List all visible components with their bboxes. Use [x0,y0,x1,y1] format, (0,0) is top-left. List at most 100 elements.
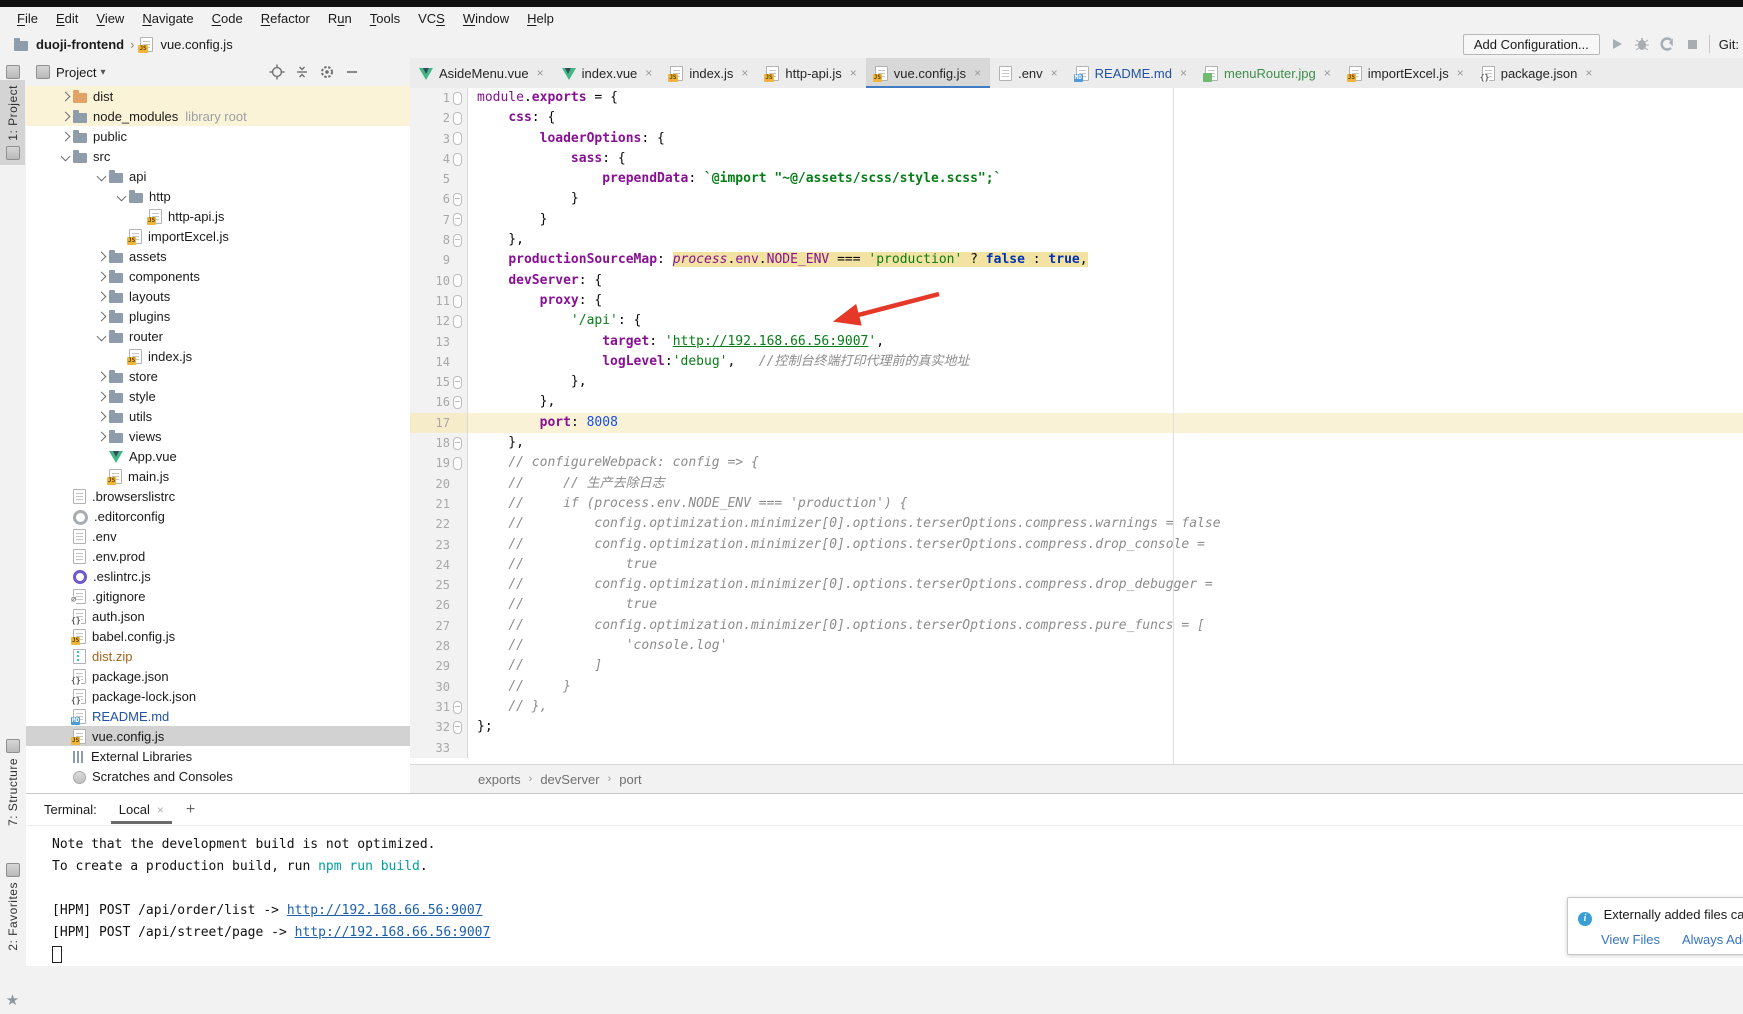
code-line-10[interactable]: 10 devServer: { [410,271,1743,291]
code-line-32[interactable]: 32}; [410,717,1743,737]
tree-item-dist[interactable]: dist [26,86,410,106]
chevron-down-icon[interactable] [93,173,109,180]
chevron-down-icon[interactable] [113,193,129,200]
close-icon[interactable]: × [157,803,164,817]
fold-marker[interactable] [453,315,462,328]
close-icon[interactable]: × [741,66,748,80]
breadcrumb-exports[interactable]: exports [478,772,521,787]
tree-item-env[interactable]: .env [26,526,410,546]
menu-window[interactable]: Window [454,9,518,28]
code-line-12[interactable]: 12 '/api': { [410,311,1743,331]
editor-tab-asidemenu-vue[interactable]: AsideMenu.vue× [410,58,553,88]
terminal-output[interactable]: Note that the development build is not o… [26,826,1743,966]
tree-item-importexcel-js[interactable]: importExcel.js [26,226,410,246]
add-configuration-button[interactable]: Add Configuration... [1463,34,1600,55]
code-line-16[interactable]: 16 }, [410,392,1743,412]
fold-marker[interactable] [453,132,462,145]
breadcrumb-file[interactable]: vue.config.js [160,37,232,52]
code-editor[interactable]: 1module.exports = {2 css: {3 loaderOptio… [410,88,1743,764]
new-terminal-icon[interactable]: + [186,801,195,819]
tree-item-dist-zip[interactable]: dist.zip [26,646,410,666]
stripe-favorites-button[interactable]: 2: Favorites [0,858,25,956]
tree-item-style[interactable]: style [26,386,410,406]
code-line-15[interactable]: 15 }, [410,372,1743,392]
code-line-28[interactable]: 28 // 'console.log' [410,636,1743,656]
locate-file-icon[interactable] [269,64,285,80]
code-line-30[interactable]: 30 // } [410,677,1743,697]
tree-item-app-vue[interactable]: App.vue [26,446,410,466]
stripe-project-button[interactable]: 1: Project [0,80,25,165]
tree-item-node-modules[interactable]: node_moduleslibrary root [26,106,410,126]
code-line-25[interactable]: 25 // config.optimization.minimizer[0].o… [410,575,1743,595]
hide-panel-icon[interactable] [344,64,360,80]
code-line-13[interactable]: 13 target: 'http://192.168.66.56:9007', [410,332,1743,352]
tree-item-scratches-and-consoles[interactable]: Scratches and Consoles [26,766,410,786]
tree-item-views[interactable]: views [26,426,410,446]
fold-marker[interactable] [453,376,462,389]
fold-marker[interactable] [453,92,462,105]
terminal-tab-local[interactable]: Local × [115,796,168,823]
close-icon[interactable]: × [850,66,857,80]
code-line-31[interactable]: 31 // }, [410,697,1743,717]
tree-item-gitignore[interactable]: .gitignore [26,586,410,606]
tree-item-index-js[interactable]: index.js [26,346,410,366]
editor-tab-index-js[interactable]: index.js× [661,58,757,88]
fold-marker[interactable] [453,193,462,206]
code-line-14[interactable]: 14 logLevel:'debug', //控制台终端打印代理前的真实地址 [410,352,1743,372]
breadcrumb-devserver[interactable]: devServer [540,772,599,787]
menu-tools[interactable]: Tools [361,9,409,28]
tree-item-vue-config-js[interactable]: vue.config.js [26,726,410,746]
tree-item-store[interactable]: store [26,366,410,386]
tree-item-assets[interactable]: assets [26,246,410,266]
tree-item-package-json[interactable]: package.json [26,666,410,686]
terminal-link[interactable]: http://192.168.66.56:9007 [295,925,491,940]
git-branch-label[interactable]: Git: [1719,37,1739,52]
fold-marker[interactable] [453,721,462,734]
close-icon[interactable]: × [1051,66,1058,80]
editor-tab-env[interactable]: .env× [990,58,1067,88]
stripe-star-button[interactable]: ★ [0,986,25,1014]
close-icon[interactable]: × [1457,66,1464,80]
code-line-6[interactable]: 6 } [410,189,1743,209]
terminal-link[interactable]: http://192.168.66.56:9007 [287,903,483,918]
gear-icon[interactable] [319,64,335,80]
tree-item-router[interactable]: router [26,326,410,346]
fold-marker[interactable] [453,437,462,450]
tree-item-babel-config-js[interactable]: babel.config.js [26,626,410,646]
tree-item-public[interactable]: public [26,126,410,146]
tree-item-browserslistrc[interactable]: .browserslistrc [26,486,410,506]
fold-marker[interactable] [453,457,462,470]
code-line-26[interactable]: 26 // true [410,595,1743,615]
tree-item-main-js[interactable]: main.js [26,466,410,486]
tree-item-env-prod[interactable]: .env.prod [26,546,410,566]
menu-run[interactable]: Run [319,9,361,28]
chevron-right-icon[interactable] [93,253,109,260]
code-line-2[interactable]: 2 css: { [410,108,1743,128]
code-line-22[interactable]: 22 // config.optimization.minimizer[0].o… [410,514,1743,534]
chevron-right-icon[interactable] [57,133,73,140]
breadcrumb-port[interactable]: port [619,772,641,787]
chevron-right-icon[interactable] [93,393,109,400]
code-line-11[interactable]: 11 proxy: { [410,291,1743,311]
project-panel-title[interactable]: Project [56,65,96,80]
debug-icon[interactable] [1634,36,1650,52]
view-files-link[interactable]: View Files [1601,932,1660,947]
fold-marker[interactable] [453,396,462,409]
tree-item-external-libraries[interactable]: External Libraries [26,746,410,766]
editor-tab-vue-config-js[interactable]: vue.config.js× [866,58,990,88]
tree-item-eslintrc-js[interactable]: .eslintrc.js [26,566,410,586]
close-icon[interactable]: × [1324,66,1331,80]
editor-tab-index-vue[interactable]: index.vue× [553,58,662,88]
close-icon[interactable]: × [645,66,652,80]
collapse-all-icon[interactable] [294,64,310,80]
menu-file[interactable]: File [8,9,47,28]
menu-navigate[interactable]: Navigate [133,9,202,28]
fold-marker[interactable] [453,274,462,287]
code-line-7[interactable]: 7 } [410,210,1743,230]
fold-marker[interactable] [453,112,462,125]
fold-marker[interactable] [453,213,462,226]
stop-icon[interactable] [1684,36,1700,52]
code-line-29[interactable]: 29 // ] [410,656,1743,676]
chevron-right-icon[interactable] [57,113,73,120]
code-line-27[interactable]: 27 // config.optimization.minimizer[0].o… [410,616,1743,636]
